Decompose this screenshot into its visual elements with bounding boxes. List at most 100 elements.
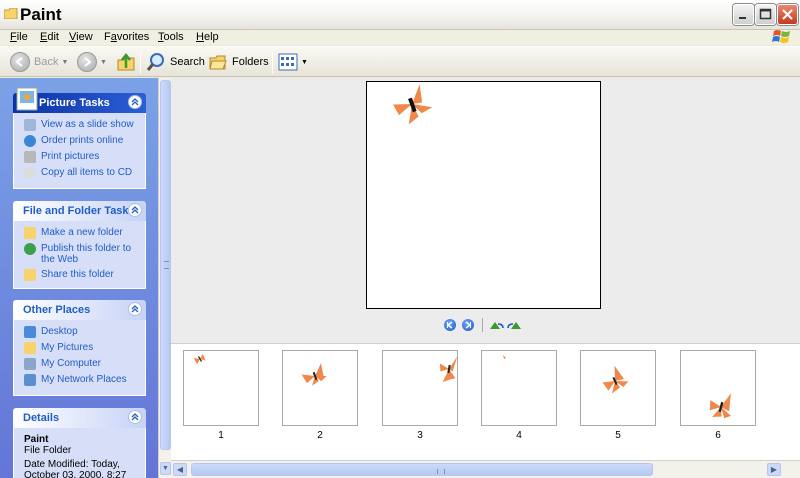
thumbnail-item[interactable]: 3 [382,350,458,441]
file-folder-tasks-header[interactable]: File and Folder Tasks [13,201,146,221]
collapse-chevron-icon[interactable] [128,410,142,424]
task-label: Order prints online [41,135,124,146]
my-pictures-icon [24,342,36,354]
rotate-clockwise-icon[interactable] [489,320,505,330]
other-places-panel: Other Places Desktop My Pictures My Comp… [13,300,146,396]
butterfly-thumbnail [602,365,629,394]
up-button[interactable] [116,51,136,73]
back-button[interactable]: Back ▼ [10,51,68,73]
other-places-body: Desktop My Pictures My Computer My Netwo… [13,320,146,396]
menu-accelerator: T [158,31,164,43]
task-view-slideshow[interactable]: View as a slide show [24,119,141,131]
toolbar: Back ▼ ▼ Search Folders ▼ [0,46,800,77]
maximize-icon [759,8,772,20]
place-desktop[interactable]: Desktop [24,326,141,338]
back-dropdown-icon[interactable]: ▼ [61,59,68,66]
task-new-folder[interactable]: Make a new folder [24,227,141,239]
menu-view[interactable]: View [69,31,93,43]
window-title: Paint [20,5,62,24]
thumbnail-item[interactable]: 4 [481,350,557,441]
task-publish-web[interactable]: Publish this folder to the Web [24,243,141,265]
maximize-button[interactable] [755,4,776,25]
back-icon [10,52,30,72]
menu-help[interactable]: Help [196,31,219,43]
menu-tools[interactable]: Tools [158,31,184,43]
thumbnail-image [183,350,259,426]
controls-separator [482,318,483,332]
scroll-thumb[interactable] [191,463,653,476]
filmstrip: 1 2 3 4 5 6 [171,343,800,460]
thumbnail-image [481,350,557,426]
globe-icon [24,135,36,147]
filmstrip-scrollbar[interactable]: ◀ ▶ [171,460,800,478]
details-header[interactable]: Details [13,408,146,428]
task-label: Share this folder [41,269,114,280]
thumbnail-item[interactable]: 5 [580,350,656,441]
thumbnail-image [382,350,458,426]
close-icon [782,9,793,20]
folders-button[interactable]: Folders [208,51,269,73]
menu-edit[interactable]: Edit [40,31,59,43]
toolbar-separator [272,52,273,74]
folder-icon [4,8,18,19]
butterfly-thumbnail [709,393,732,419]
search-button[interactable]: Search [146,51,205,73]
minimize-icon [739,17,746,19]
task-order-prints[interactable]: Order prints online [24,135,141,147]
scroll-grip [437,469,445,474]
task-label: My Pictures [41,342,94,353]
thumbnail-item[interactable]: 1 [183,350,259,441]
scroll-left-arrow-icon[interactable]: ◀ [173,463,187,476]
close-button[interactable] [777,4,798,25]
views-button[interactable]: ▼ [278,51,308,73]
thumbnail-label: 3 [417,430,423,441]
place-my-pictures[interactable]: My Pictures [24,342,141,354]
picture-tasks-title: Picture Tasks [39,97,110,109]
other-places-header[interactable]: Other Places [13,300,146,320]
printer-icon [24,151,36,163]
title-bar[interactable]: Paint [0,0,800,30]
desktop-icon [24,326,36,338]
details-date-modified-2: October 03, 2000, 8:27 AM [24,470,127,478]
minimize-button[interactable] [733,4,754,25]
forward-button[interactable]: ▼ [77,51,107,73]
thumbnail-item[interactable]: 6 [680,350,756,441]
picture-tasks-header[interactable]: Picture Tasks [13,87,146,113]
image-preview[interactable] [366,81,601,309]
task-copy-to-cd[interactable]: Copy all items to CD [24,167,141,179]
menu-file[interactable]: File [10,31,28,43]
search-label: Search [170,56,205,68]
forward-dropdown-icon[interactable]: ▼ [100,59,107,66]
previous-image-button[interactable] [444,319,456,331]
place-my-computer[interactable]: My Computer [24,358,141,370]
new-folder-icon [24,227,36,239]
scroll-right-arrow-icon[interactable]: ▶ [767,463,781,476]
thumbnail-image [680,350,756,426]
views-dropdown-icon[interactable]: ▼ [301,59,308,66]
task-share-folder[interactable]: Share this folder [24,269,141,281]
scroll-down-arrow-icon[interactable]: ▼ [160,462,171,475]
other-places-title: Other Places [23,304,91,316]
thumbnail-image [580,350,656,426]
previous-icon [446,321,453,329]
thumbnail-image [282,350,358,426]
up-folder-icon [117,52,135,71]
place-my-network[interactable]: My Network Places [24,374,141,386]
collapse-chevron-icon[interactable] [128,95,142,109]
next-image-button[interactable] [462,319,474,331]
collapse-chevron-icon[interactable] [128,302,142,316]
picture-tasks-body: View as a slide show Order prints online… [13,113,146,189]
scroll-thumb[interactable] [160,80,171,450]
thumbnail-item[interactable]: 2 [282,350,358,441]
details-panel: Details Paint File Folder Date Modified:… [13,408,146,478]
cd-icon [24,167,36,179]
publish-web-icon [24,243,36,255]
my-network-places-icon [24,374,36,386]
task-print-pictures[interactable]: Print pictures [24,151,141,163]
collapse-chevron-icon[interactable] [128,203,142,217]
task-label: View as a slide show [41,119,134,130]
rotate-counterclockwise-icon[interactable] [507,320,523,330]
menu-accelerator: H [196,31,204,43]
menu-favorites[interactable]: Favorites [104,31,149,43]
task-pane-scrollbar[interactable]: ▼ [158,78,171,478]
